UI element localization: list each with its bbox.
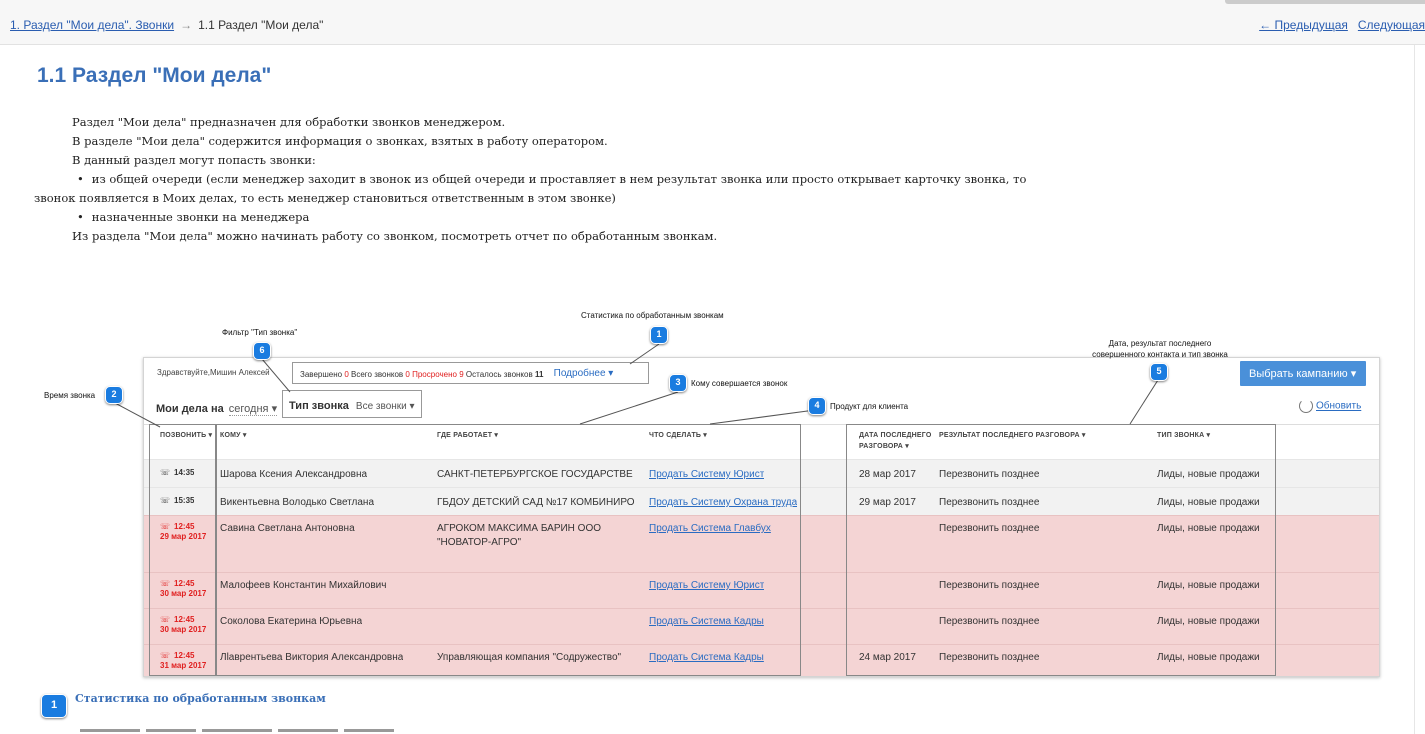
- highlight-client-product: [216, 424, 801, 676]
- refresh-button[interactable]: Обновить: [1299, 399, 1361, 413]
- breadcrumb-current: 1.1 Раздел "Мои дела": [198, 18, 324, 32]
- annotation-call-time: Время звонка: [44, 391, 96, 400]
- top-navigation: 1. Раздел "Мои дела". Звонки → 1.1 Раздел …: [0, 0, 1425, 45]
- annotation-badge-2: 2: [105, 386, 123, 404]
- page-title: 1.1 Раздел "Мои дела": [37, 64, 272, 87]
- annotation-product: Продукт для клиента: [830, 402, 909, 411]
- stat-overdue-label: Просрочено: [412, 370, 457, 379]
- stat-overdue-value: 9: [459, 370, 464, 379]
- toolbar-edge: [1225, 0, 1425, 4]
- refresh-label: Обновить: [1316, 400, 1362, 412]
- intro-bullet-continuation: звонок появляется в Моих делах, то есть …: [34, 191, 616, 205]
- intro-bullet-text: из общей очереди (если менеджер заходит …: [91, 172, 1027, 186]
- cut-off-text: [80, 729, 400, 734]
- pager: ← Предыдущая Следующая: [1249, 18, 1425, 32]
- annotation-badge-4: 4: [808, 397, 826, 415]
- call-type-label: Тип звонка: [289, 400, 349, 412]
- intro-paragraph: В разделе "Мои дела" содержится информац…: [72, 134, 608, 148]
- intro-bullet: назначенные звонки на менеджера: [37, 208, 1037, 227]
- breadcrumb-arrow: →: [180, 18, 193, 32]
- annotation-badge-1: 1: [650, 326, 668, 344]
- annotation-last-contact-line1: Дата, результат последнего: [1108, 339, 1212, 348]
- annotation-badge-6: 6: [253, 342, 271, 360]
- section-badge: 1: [41, 694, 67, 718]
- mydela-label: Мои дела на: [156, 403, 224, 415]
- breadcrumb-link[interactable]: 1. Раздел "Мои дела". Звонки: [10, 18, 174, 32]
- stat-done-label: Завершено: [300, 370, 343, 379]
- call-type-dropdown[interactable]: Все звонки ▾: [356, 401, 415, 412]
- stats-more-link[interactable]: Подробнее ▾: [554, 368, 614, 379]
- stat-total-value: 0: [405, 370, 410, 379]
- annotation-stats: Статистика по обработанным звонкам: [581, 311, 724, 320]
- refresh-icon: [1299, 399, 1313, 413]
- section-title-stats: Статистика по обработанным звонкам: [75, 692, 326, 705]
- annotation-type-filter: Фильтр "Тип звонка": [222, 328, 298, 337]
- mydela-dropdown[interactable]: сегодня ▾: [228, 403, 278, 416]
- mydela-filter: Мои дела на сегодня ▾: [156, 402, 278, 416]
- stat-left-value: 11: [534, 370, 544, 379]
- annotation-last-contact-line2: совершенного контакта и тип звонка: [1092, 350, 1228, 359]
- highlight-call-time: [149, 424, 216, 676]
- content-border: [1414, 45, 1415, 734]
- intro-bullet-text: назначенные звонки на менеджера: [91, 210, 310, 224]
- annotation-last-contact: Дата, результат последнего совершенного к…: [1085, 338, 1235, 360]
- next-page-link[interactable]: Следующая: [1358, 18, 1425, 32]
- prev-page-link[interactable]: ← Предыдущая: [1259, 18, 1348, 32]
- greeting: Здравствуйте,Мишин Алексей: [157, 368, 270, 377]
- intro-paragraph: Раздел "Мои дела" предназначен для обраб…: [72, 115, 506, 129]
- choose-campaign-button[interactable]: Выбрать кампанию ▾: [1240, 361, 1366, 386]
- intro-paragraph: Из раздела "Мои дела" можно начинать раб…: [72, 229, 718, 243]
- call-type-filter: Тип звонка Все звонки ▾: [282, 390, 422, 418]
- stat-done-value: 0: [344, 370, 349, 379]
- highlight-last-contact: [846, 424, 1276, 676]
- stat-total-label: Всего звонков: [351, 370, 404, 379]
- intro-paragraph: В данный раздел могут попасть звонки:: [72, 153, 316, 167]
- intro-bullet: из общей очереди (если менеджер заходит …: [37, 170, 1037, 189]
- stats-bar: Завершено 0 Всего звонков 0 Просрочено 9…: [292, 362, 649, 384]
- annotation-badge-5: 5: [1150, 363, 1168, 381]
- stat-left-label: Осталось звонков: [465, 370, 533, 379]
- intro-text: Раздел "Мои дела" предназначен для обраб…: [34, 113, 1037, 246]
- my-tasks-screenshot: Здравствуйте,Мишин Алексей Завершено 0 В…: [143, 357, 1380, 677]
- breadcrumb: 1. Раздел "Мои дела". Звонки → 1.1 Раздел …: [10, 18, 323, 32]
- annotation-whom: Кому совершается звонок: [691, 379, 788, 388]
- annotation-badge-3: 3: [669, 374, 687, 392]
